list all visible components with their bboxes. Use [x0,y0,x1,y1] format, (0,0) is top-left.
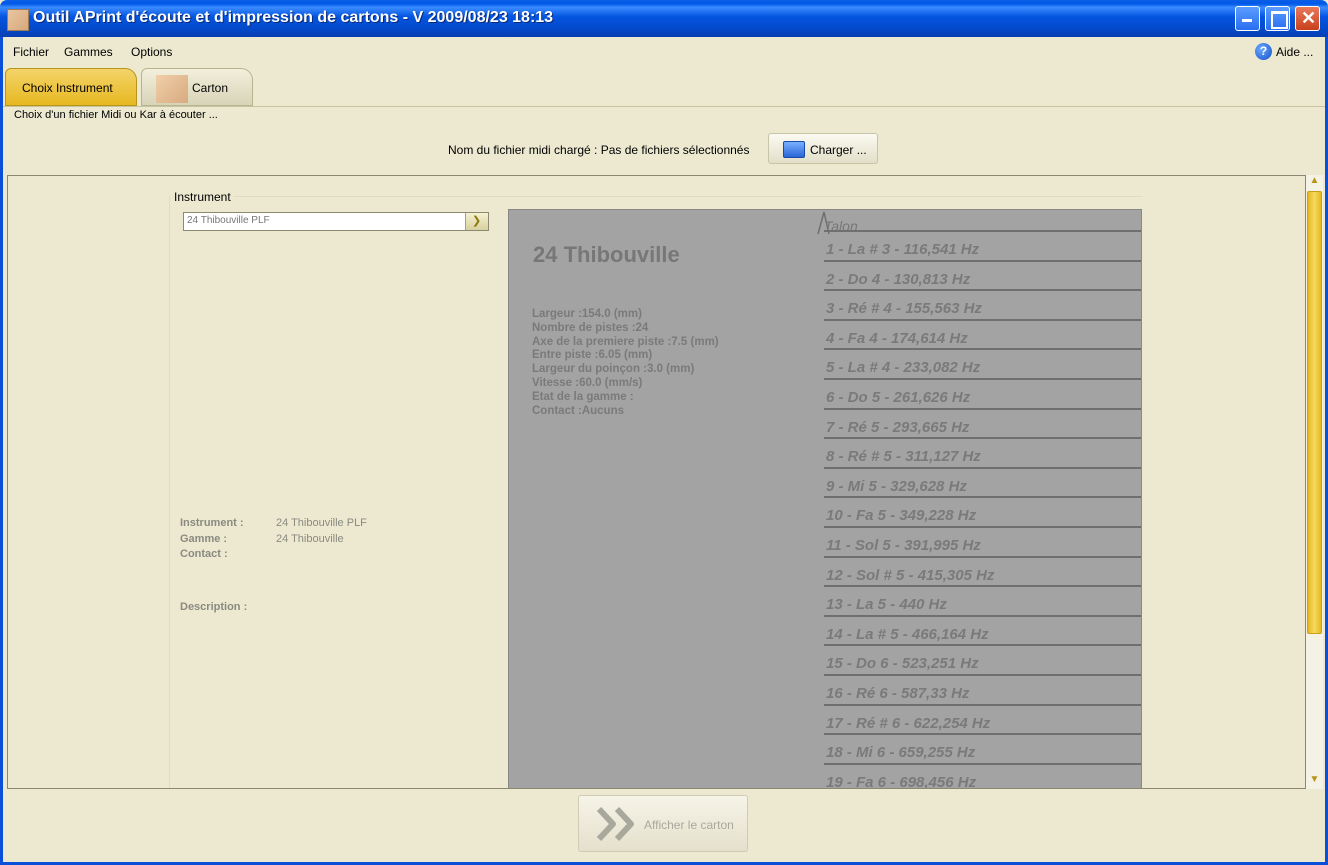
info-gamme-key: Gamme : [180,533,228,545]
window-title: Outil APrint d'écoute et d'impression de… [33,9,554,26]
gamme-spec: Contact :Aucuns [532,404,624,417]
maximize-button[interactable] [1265,6,1290,31]
info-contact-key: Contact : [180,548,228,560]
track-note: 16 - Ré 6 - 587,33 Hz [826,685,970,702]
track-line [824,733,1141,736]
close-button[interactable]: ✕ [1295,6,1320,31]
track-line [824,289,1141,292]
midi-file-label: Nom du fichier midi chargé : [448,143,598,157]
track-line [824,762,1141,765]
gamme-spec: Largeur du poinçon :3.0 (mm) [532,363,695,376]
track-line [824,674,1141,676]
track-line [824,437,1141,440]
window-frame-left [0,37,3,865]
title-bar: Outil APrint d'écoute et d'impression de… [0,0,1328,37]
track-line [824,378,1141,380]
gamme-spec: Entre piste :6.05 (mm) [532,349,653,362]
divider [169,196,170,788]
info-gamme-value: 24 Thibouville [276,533,344,545]
gamme-spec: Etat de la gamme : [532,390,634,403]
scroll-up-icon[interactable]: ▲ [1306,175,1323,190]
menu-options[interactable]: Options [131,45,172,59]
menu-fichier[interactable]: Fichier [13,45,49,59]
track-note: 13 - La 5 - 440 Hz [826,596,947,614]
track-note: 7 - Ré 5 - 293,665 Hz [826,418,970,436]
help-label: Aide ... [1276,44,1314,59]
app-icon [7,9,29,31]
scrollbar-thumb[interactable] [1307,191,1322,634]
track-note: 5 - La # 4 - 233,082 Hz [826,359,981,377]
track-note: 8 - Ré # 5 - 311,127 Hz [826,448,981,466]
instrument-panel: Instrument 24 Thibouville PLF ❯ Instrume… [7,175,1306,789]
track-note: 6 - Do 5 - 261,626 Hz [826,389,971,406]
tab-label: Choix Instrument [22,81,113,95]
tab-choix-instrument[interactable]: Choix Instrument [5,68,137,106]
track-line [824,585,1141,588]
maximize-icon [1271,11,1288,29]
track-note: 11 - Sol 5 - 391,995 Hz [826,537,981,554]
instrument-select-value: 24 Thibouville PLF [187,215,270,226]
load-button[interactable]: Charger ... [768,133,878,164]
track-note: 2 - Do 4 - 130,813 Hz [826,270,971,288]
track-line [824,614,1141,617]
track-note: 15 - Do 6 - 523,251 Hz [826,655,979,673]
page-subtitle: Choix d'un fichier Midi ou Kar à écouter… [14,109,218,121]
track-line [824,318,1141,321]
track-note: 17 - Ré # 6 - 622,254 Hz [826,714,991,732]
info-description-key: Description : [180,601,248,613]
track-line [824,230,1141,232]
instrument-group-label: Instrument [174,190,233,204]
help-icon: ? [1255,43,1272,60]
midi-file-value: Pas de fichiers sélectionnés [600,143,750,157]
menu-bar: Fichier Gammes Options [3,37,1325,64]
track-note: 12 - Sol # 5 - 415,305 Hz [826,566,995,584]
gamme-name: 24 Thibouville [533,242,680,267]
carton-thumbnail-icon [156,75,188,103]
track-note: 9 - Mi 5 - 329,628 Hz [826,477,967,495]
tab-bar: Choix Instrument Carton [3,64,1325,107]
close-icon: ✕ [1301,8,1317,28]
gamme-spec: Axe de la premiere piste :7.5 (mm) [532,335,719,348]
info-instrument-value: 24 Thibouville PLF [276,517,367,529]
track-line [824,555,1141,558]
track-line [824,703,1141,706]
track-note: 10 - Fa 5 - 349,228 Hz [826,507,977,525]
tab-label: Carton [192,81,229,95]
vertical-scrollbar[interactable]: ▲ ▼ [1306,175,1323,789]
scroll-down-icon[interactable]: ▼ [1306,774,1323,789]
load-button-label: Charger ... [810,143,867,157]
track-note: 14 - La # 5 - 466,164 Hz [826,625,989,643]
gamme-preview: 24 Thibouville Largeur :154.0 (mm) Nombre… [508,209,1142,789]
minimize-button[interactable] [1235,6,1260,31]
chevron-down-icon[interactable]: ❯ [465,213,488,230]
track-line [824,259,1141,262]
gamme-spec: Largeur :154.0 (mm) [532,308,642,320]
track-note: 1 - La # 3 - 116,541 Hz [826,241,980,258]
track-note: 18 - Mi 6 - 659,255 Hz [826,744,976,762]
track-line [824,348,1141,351]
menu-gammes[interactable]: Gammes [64,45,113,59]
gamme-spec: Vitesse :60.0 (mm/s) [532,377,643,389]
gamme-spec: Nombre de pistes :24 [532,321,649,334]
instrument-select[interactable]: 24 Thibouville PLF ❯ [183,212,489,231]
show-carton-label: Afficher le carton [644,818,734,832]
track-line [824,644,1141,647]
track-line [824,496,1141,499]
tab-carton[interactable]: Carton [141,68,253,106]
track-note: 19 - Fa 6 - 698,456 Hz [826,773,977,789]
divider [173,196,1143,197]
info-instrument-key: Instrument : [180,517,244,529]
folder-icon [783,141,805,158]
double-chevron-right-icon [596,806,634,842]
minimize-icon [1242,19,1252,22]
track-line [824,526,1141,528]
track-line [824,466,1141,469]
help-menu[interactable]: ? Aide ... [1255,43,1313,60]
track-line [824,407,1141,410]
midi-file-row: Nom du fichier midi chargé : Pas de fich… [448,143,749,157]
track-note: 3 - Ré # 4 - 155,563 Hz [826,300,982,318]
show-carton-button[interactable]: Afficher le carton [578,795,748,852]
track-note: 4 - Fa 4 - 174,614 Hz [826,329,968,347]
